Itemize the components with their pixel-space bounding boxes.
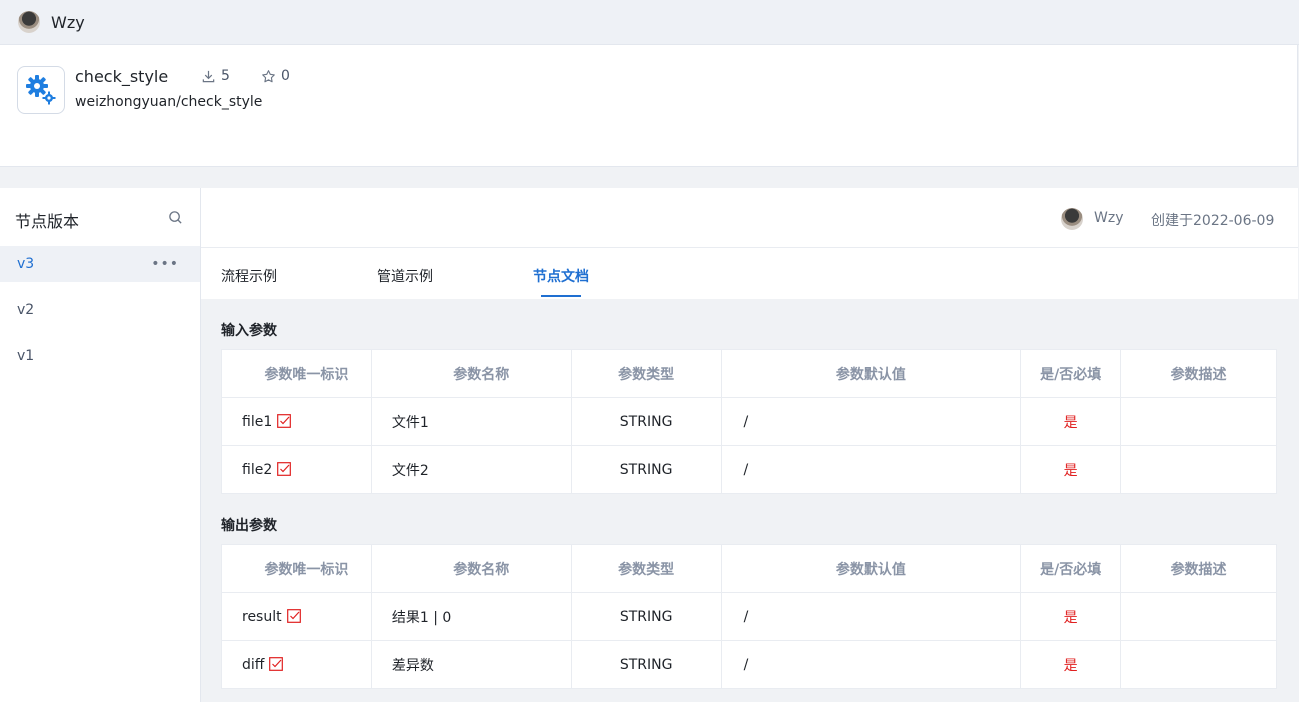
search-icon[interactable] [168, 210, 183, 225]
table-row: result 结果1 | 0 STRING / 是 [221, 592, 1277, 641]
table-header-row: 参数唯一标识 参数名称 参数类型 参数默认值 是/否必填 参数描述 [221, 544, 1277, 593]
checkbox-icon [277, 461, 292, 476]
gear-icon [17, 66, 65, 114]
col-key: 参数唯一标识 [221, 349, 372, 398]
param-required: 是 [1020, 397, 1122, 446]
checkbox-icon [277, 413, 292, 428]
col-name: 参数名称 [370, 349, 572, 398]
col-desc: 参数描述 [1120, 349, 1277, 398]
param-required: 是 [1020, 445, 1122, 494]
table-row: diff 差异数 STRING / 是 [221, 640, 1277, 689]
param-name: 结果1 | 0 [370, 592, 572, 641]
star-count-value: 0 [281, 68, 290, 84]
param-default: / [720, 397, 1022, 446]
col-required: 是/否必填 [1020, 349, 1122, 398]
star-count[interactable]: 0 [261, 68, 290, 84]
checkbox-icon [269, 656, 284, 671]
inputs-table: 参数唯一标识 参数名称 参数类型 参数默认值 是/否必填 参数描述 file1 … [221, 349, 1277, 494]
param-desc [1120, 445, 1277, 494]
creator-avatar [1061, 208, 1083, 230]
tab-flow-example[interactable]: 流程示例 [221, 266, 277, 286]
param-desc [1120, 397, 1277, 446]
col-type: 参数类型 [570, 349, 722, 398]
param-type: STRING [570, 445, 722, 494]
active-tab-indicator [541, 295, 581, 297]
col-required: 是/否必填 [1020, 544, 1122, 593]
col-type: 参数类型 [570, 544, 722, 593]
table-row: file1 文件1 STRING / 是 [221, 397, 1277, 446]
col-name: 参数名称 [370, 544, 572, 593]
col-default: 参数默认值 [720, 349, 1022, 398]
param-key: result [221, 592, 372, 641]
outputs-title: 输出参数 [221, 518, 277, 534]
creator-name: Wzy [1094, 210, 1124, 226]
param-desc [1120, 640, 1277, 689]
version-meta: Wzy 创建于2022-06-09 [201, 188, 1298, 248]
main-panel: Wzy 创建于2022-06-09 流程示例 管道示例 节点文档 输入参数 参数… [201, 188, 1298, 702]
top-bar: Wzy [0, 0, 1299, 45]
tab-node-doc[interactable]: 节点文档 [533, 266, 589, 286]
param-required: 是 [1020, 592, 1122, 641]
param-default: / [720, 592, 1022, 641]
param-key: file1 [221, 397, 372, 446]
created-date: 创建于2022-06-09 [1151, 213, 1275, 229]
param-type: STRING [570, 640, 722, 689]
param-default: / [720, 445, 1022, 494]
param-name: 文件2 [370, 445, 572, 494]
checkbox-icon [286, 608, 301, 623]
node-path: weizhongyuan/check_style [75, 94, 263, 110]
version-item-v3[interactable]: v3 ••• [0, 246, 200, 282]
version-label: v1 [17, 348, 35, 364]
node-header: check_style 5 0 weizhongyuan/check_style [0, 45, 1298, 167]
param-name: 文件1 [370, 397, 572, 446]
version-item-v1[interactable]: v1 [0, 338, 200, 374]
inputs-title: 输入参数 [221, 323, 277, 339]
param-default: / [720, 640, 1022, 689]
download-count-value: 5 [221, 68, 230, 84]
more-icon[interactable]: ••• [151, 246, 179, 282]
col-key: 参数唯一标识 [221, 544, 372, 593]
version-item-v2[interactable]: v2 [0, 292, 200, 328]
version-label: v3 [17, 256, 35, 272]
param-name: 差异数 [370, 640, 572, 689]
outputs-table: 参数唯一标识 参数名称 参数类型 参数默认值 是/否必填 参数描述 result… [221, 544, 1277, 689]
download-icon [202, 70, 215, 82]
download-count: 5 [201, 68, 230, 84]
param-type: STRING [570, 397, 722, 446]
user-name[interactable]: Wzy [51, 13, 85, 32]
table-row: file2 文件2 STRING / 是 [221, 445, 1277, 494]
param-type: STRING [570, 592, 722, 641]
param-key: diff [221, 640, 372, 689]
star-icon[interactable] [261, 69, 276, 84]
sidebar-title: 节点版本 [15, 212, 80, 231]
param-desc [1120, 592, 1277, 641]
col-desc: 参数描述 [1120, 544, 1277, 593]
param-key: file2 [221, 445, 372, 494]
param-required: 是 [1020, 640, 1122, 689]
avatar[interactable] [18, 11, 40, 33]
table-header-row: 参数唯一标识 参数名称 参数类型 参数默认值 是/否必填 参数描述 [221, 349, 1277, 398]
node-name: check_style [75, 67, 169, 86]
doc-tabs: 流程示例 管道示例 节点文档 [201, 248, 1298, 299]
col-default: 参数默认值 [720, 544, 1022, 593]
tab-pipeline-example[interactable]: 管道示例 [377, 266, 433, 286]
version-sidebar: 节点版本 v3 ••• v2 v1 [0, 188, 201, 702]
version-label: v2 [17, 302, 35, 318]
